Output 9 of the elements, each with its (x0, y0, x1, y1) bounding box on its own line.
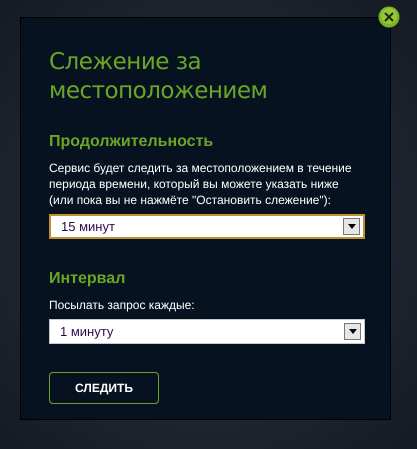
description-text: Посылать запрос каждые: (49, 297, 196, 314)
section-heading: Продолжительность (49, 132, 214, 152)
description-text: Сервис будет следить за местоположением в течение периода времени, который вы можете указать ниже (или пока вы не нажмёте "Остановить слежение"): (49, 160, 353, 208)
close-icon[interactable] (378, 6, 400, 28)
section-heading: Интервал (49, 269, 126, 288)
dropdown[interactable]: 15 минут (49, 214, 365, 240)
track-button[interactable]: СЛЕДИТЬ (49, 372, 159, 404)
dropdown[interactable]: 1 минуту (49, 319, 365, 344)
dialog-title: Слежение за местоположением (49, 48, 268, 106)
